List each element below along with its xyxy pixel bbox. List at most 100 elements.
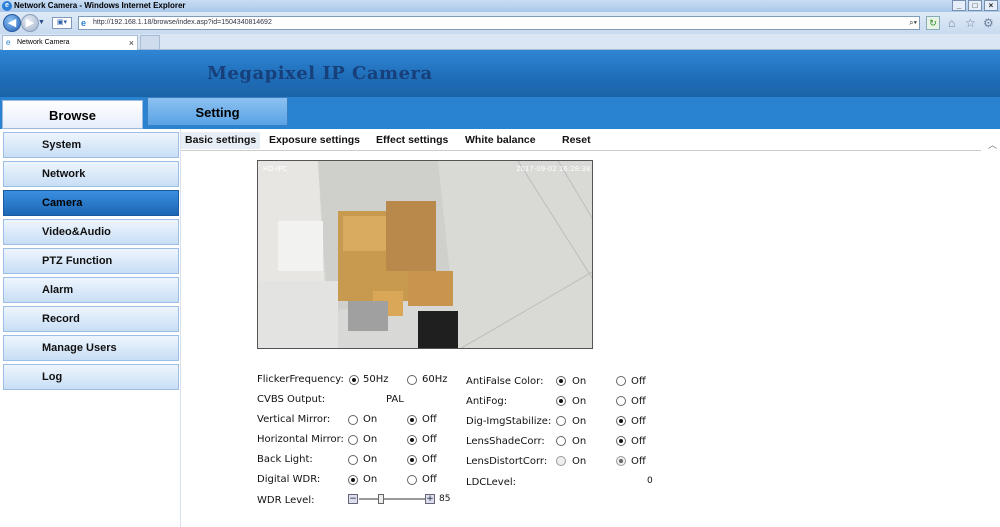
flicker-50hz-text: 50Hz [363, 374, 389, 385]
back-light-label: Back Light: [257, 454, 313, 465]
camera-sub-tabs: Basic settings Exposure settings Effect … [181, 129, 981, 151]
tab-close-button[interactable]: × [129, 36, 134, 50]
subtab-exposure-settings[interactable]: Exposure settings [265, 132, 364, 149]
cvbs-output-label: CVBS Output: [257, 394, 326, 405]
antifog-off-radio[interactable] [616, 396, 626, 406]
antifog-on-radio[interactable] [556, 396, 566, 406]
tab-setting[interactable]: Setting [147, 97, 288, 126]
lens-shade-corr-off-text: Off [631, 436, 646, 447]
dig-img-stabilize-off-text: Off [631, 416, 646, 427]
navigation-bar: ◀ ▶ ▼ ▣▾ e http://192.168.1.18/browse/in… [0, 12, 1000, 34]
vertical-mirror-on-radio[interactable] [348, 415, 358, 425]
antifalse-color-on-radio[interactable] [556, 376, 566, 386]
flicker-frequency-label: FlickerFrequency: [257, 374, 344, 385]
lens-distort-corr-on-text: On [572, 456, 587, 467]
cvbs-output-value: PAL [386, 394, 404, 405]
vertical-mirror-label: Vertical Mirror: [257, 414, 331, 425]
lens-shade-corr-label: LensShadeCorr: [466, 436, 545, 447]
antifalse-color-off-text: Off [631, 376, 646, 387]
wdr-level-slider-thumb[interactable] [378, 494, 384, 504]
antifog-label: AntiFog: [466, 396, 508, 407]
page-compat-icon[interactable]: ▣▾ [52, 17, 72, 29]
back-light-off-text: Off [422, 454, 437, 465]
wdr-level-decrease-button[interactable]: − [348, 494, 358, 504]
antifalse-color-on-text: On [572, 376, 587, 387]
digital-wdr-on-text: On [363, 474, 378, 485]
vertical-mirror-off-radio[interactable] [407, 415, 417, 425]
horizontal-mirror-off-radio[interactable] [407, 435, 417, 445]
sidebar-item-record[interactable]: Record [3, 306, 179, 332]
header-banner: Megapixel IP Camera [0, 50, 1000, 97]
sidebar-item-camera[interactable]: Camera [3, 190, 179, 216]
antifalse-color-off-radio[interactable] [616, 376, 626, 386]
horizontal-mirror-label: Horizontal Mirror: [257, 434, 344, 445]
ie-logo-icon: e [2, 1, 12, 11]
horizontal-mirror-on-radio[interactable] [348, 435, 358, 445]
dig-img-stabilize-off-radio[interactable] [616, 416, 626, 426]
lens-distort-corr-label: LensDistortCorr: [466, 456, 548, 467]
page-favicon: e [81, 18, 87, 28]
refresh-button[interactable]: ↻ [926, 16, 940, 30]
subtab-white-balance[interactable]: White balance [461, 132, 540, 149]
digital-wdr-off-radio[interactable] [407, 475, 417, 485]
sidebar-item-system[interactable]: System [3, 132, 179, 158]
window-controls: _ □ × [952, 0, 998, 11]
vertical-mirror-off-text: Off [422, 414, 437, 425]
dig-img-stabilize-on-text: On [572, 416, 587, 427]
wdr-level-label: WDR Level: [257, 495, 315, 506]
minimize-button[interactable]: _ [952, 0, 966, 11]
sidebar-item-network[interactable]: Network [3, 161, 179, 187]
flicker-50hz-radio[interactable] [349, 375, 359, 385]
address-url[interactable]: http://192.168.1.18/browse/index.asp?id=… [93, 19, 272, 26]
antifalse-color-label: AntiFalse Color: [466, 376, 544, 387]
history-dropdown-icon[interactable]: ▼ [38, 19, 45, 26]
live-video-preview: HD-IPC 2017-09-02 16:28:38 [257, 160, 593, 349]
digital-wdr-on-radio[interactable] [348, 475, 358, 485]
address-bar[interactable]: e http://192.168.1.18/browse/index.asp?i… [78, 16, 920, 30]
flicker-60hz-radio[interactable] [407, 375, 417, 385]
sidebar-item-ptz-function[interactable]: PTZ Function [3, 248, 179, 274]
ldc-level-label: LDCLevel: [466, 477, 517, 488]
lens-shade-corr-on-radio[interactable] [556, 436, 566, 446]
sidebar-item-alarm[interactable]: Alarm [3, 277, 179, 303]
digital-wdr-off-text: Off [422, 474, 437, 485]
browser-tab[interactable]: e Network Camera × [2, 35, 138, 50]
back-light-on-radio[interactable] [348, 455, 358, 465]
settings-sidebar: System Network Camera Video&Audio PTZ Fu… [0, 129, 181, 527]
forward-button[interactable]: ▶ [21, 14, 39, 32]
video-overlay-label: HD-IPC [263, 165, 288, 173]
subtab-reset[interactable]: Reset [558, 132, 595, 149]
lens-shade-corr-off-radio[interactable] [616, 436, 626, 446]
back-light-off-radio[interactable] [407, 455, 417, 465]
lens-distort-corr-on-radio[interactable] [556, 456, 566, 466]
dig-img-stabilize-label: Dig-ImgStabilize: [466, 416, 552, 427]
subtab-effect-settings[interactable]: Effect settings [372, 132, 452, 149]
home-icon[interactable]: ⌂ [948, 16, 955, 30]
scroll-up-icon[interactable]: ︿ [988, 138, 997, 151]
close-window-button[interactable]: × [984, 0, 998, 11]
antifog-off-text: Off [631, 396, 646, 407]
wdr-level-slider-track[interactable] [359, 498, 425, 500]
subtab-basic-settings[interactable]: Basic settings [181, 132, 261, 149]
tab-browse[interactable]: Browse [2, 100, 143, 129]
back-button[interactable]: ◀ [3, 14, 21, 32]
sidebar-item-video-audio[interactable]: Video&Audio [3, 219, 179, 245]
title-bar: e Network Camera - Windows Internet Expl… [0, 0, 1000, 12]
sidebar-item-manage-users[interactable]: Manage Users [3, 335, 179, 361]
window-title: Network Camera - Windows Internet Explor… [14, 1, 186, 10]
dig-img-stabilize-on-radio[interactable] [556, 416, 566, 426]
sidebar-item-log[interactable]: Log [3, 364, 179, 390]
lens-distort-corr-off-text: Off [631, 456, 646, 467]
wdr-level-increase-button[interactable]: + [425, 494, 435, 504]
tab-favicon: e [6, 38, 11, 47]
vertical-mirror-on-text: On [363, 414, 378, 425]
tools-gear-icon[interactable]: ⚙ [983, 16, 994, 30]
main-tab-band: Browse Setting [0, 97, 1000, 129]
horizontal-mirror-on-text: On [363, 434, 378, 445]
flicker-60hz-text: 60Hz [422, 374, 448, 385]
favorites-star-icon[interactable]: ☆ [965, 16, 976, 30]
maximize-button[interactable]: □ [968, 0, 982, 11]
address-search-dropdown-icon[interactable]: ⌕▾ [909, 17, 917, 29]
lens-distort-corr-off-radio[interactable] [616, 456, 626, 466]
new-tab-button[interactable] [140, 35, 160, 50]
